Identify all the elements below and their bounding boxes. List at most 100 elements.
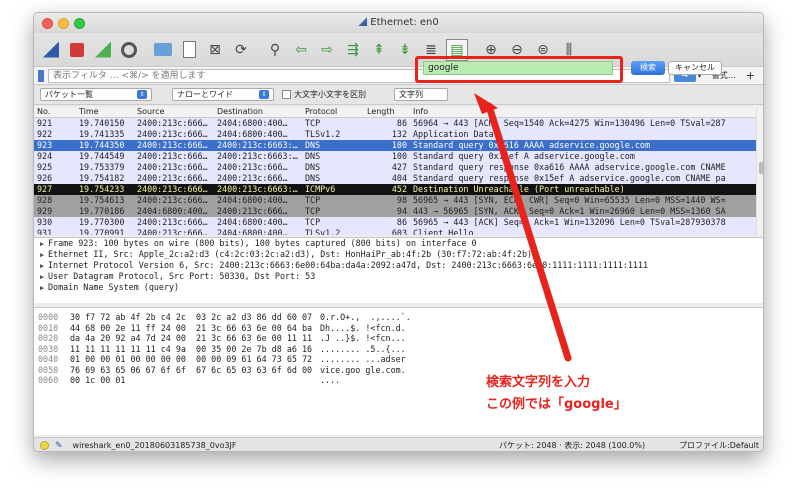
- expand-triangle-icon[interactable]: ▶: [40, 239, 48, 249]
- hex-bytes: 44 68 00 2e 11 ff 24 00 21 3c 66 63 6e 0…: [70, 322, 313, 333]
- detail-row[interactable]: ▶ User Datagram Protocol, Src Port: 50330…: [34, 271, 763, 282]
- column-header[interactable]: Protocol: [302, 107, 364, 117]
- search-input[interactable]: google: [423, 61, 613, 75]
- hex-bytes: 01 00 00 01 00 00 00 00 00 00 09 61 64 7…: [70, 354, 313, 364]
- find-packet-icon[interactable]: ⚲: [264, 39, 286, 61]
- table-cell-time: 19.770186: [79, 206, 125, 216]
- hex-ascii: ........ .5..{...: [320, 343, 406, 354]
- table-cell-dst: 2404:6800:400…: [217, 129, 288, 139]
- table-row[interactable]: 929 19.770186 2404:6800:400… 2400:213c:666……: [34, 206, 756, 217]
- shark-fin-start-icon[interactable]: [40, 39, 62, 61]
- detail-row[interactable]: ▶ Domain Name System (query): [34, 282, 763, 293]
- table-cell-len: 100: [391, 151, 407, 161]
- go-last-icon[interactable]: ⇟: [394, 39, 416, 61]
- hex-row[interactable]: 0010 44 68 00 2e 11 ff 24 00 21 3c 66 63 …: [34, 322, 763, 334]
- bookmark-icon[interactable]: [38, 69, 44, 82]
- close-file-icon[interactable]: ⊠: [204, 39, 226, 61]
- table-row[interactable]: 931 19.770991 2400:213c:666… 2404:6800:400……: [34, 228, 756, 235]
- hex-row[interactable]: 0000 30 f7 72 ab 4f 2b c4 2c 03 2c a2 d3 …: [34, 312, 763, 323]
- stop-capture-icon[interactable]: [66, 39, 88, 61]
- table-cell-dst: 2400:213c:666…: [217, 173, 288, 183]
- table-cell-proto: TCP: [305, 206, 321, 216]
- expand-triangle-icon[interactable]: ▶: [40, 272, 48, 282]
- hex-row[interactable]: 0060 00 1c 00 01....: [34, 375, 763, 386]
- char-width-select[interactable]: ナローとワイド ⇕: [172, 88, 274, 101]
- search-type-select[interactable]: 文字列: [394, 88, 448, 101]
- edit-comment-icon[interactable]: ✎: [55, 441, 63, 451]
- profile-label[interactable]: プロファイル:Default: [669, 440, 759, 451]
- table-row[interactable]: 927 19.754233 2400:213c:666… 2400:213c:6663…: [34, 184, 756, 195]
- table-row[interactable]: 925 19.753379 2400:213c:666… 2400:213c:666……: [34, 162, 756, 173]
- go-to-packet-icon[interactable]: ⇶: [342, 39, 364, 61]
- annotation-text: 検索文字列を入力 この例では「google」: [486, 372, 627, 416]
- table-row[interactable]: 921 19.740150 2400:213c:666… 2404:6800:400……: [34, 118, 756, 129]
- case-sensitive-checkbox[interactable]: 大文字小文字を区別: [282, 89, 366, 100]
- table-row[interactable]: 924 19.744549 2400:213c:666… 2400:213c:6663…: [34, 151, 756, 162]
- cancel-button[interactable]: キャンセル: [668, 61, 722, 75]
- table-cell-len: 100: [391, 140, 407, 150]
- search-button[interactable]: 検索: [631, 61, 665, 75]
- table-cell-dst: 2400:213c:6663:…: [217, 140, 298, 150]
- go-back-icon[interactable]: ⇦: [290, 39, 312, 61]
- detail-row[interactable]: ▶ Internet Protocol Version 6, Src: 2400:…: [34, 260, 763, 271]
- table-cell-info: 56964 → 443 [ACK] Seq=1540 Ack=4275 Win=…: [413, 118, 726, 128]
- table-cell-time: 19.744350: [79, 140, 125, 150]
- column-header[interactable]: Source: [134, 107, 214, 117]
- table-row[interactable]: 928 19.754613 2400:213c:666… 2404:6800:400……: [34, 195, 756, 206]
- column-header[interactable]: Info: [410, 107, 756, 117]
- chevron-updown-icon: ⇕: [259, 90, 269, 99]
- add-filter-button[interactable]: +: [746, 69, 755, 82]
- table-cell-dst: 2404:6800:400…: [217, 228, 288, 235]
- capture-options-icon[interactable]: [118, 39, 140, 61]
- go-forward-icon[interactable]: ⇨: [316, 39, 338, 61]
- column-header[interactable]: Destination: [214, 107, 302, 117]
- expand-triangle-icon[interactable]: ▶: [40, 250, 48, 260]
- table-cell-no: 925: [37, 162, 53, 172]
- column-header[interactable]: No.: [34, 107, 76, 117]
- table-cell-no: 922: [37, 129, 53, 139]
- expert-info-icon[interactable]: [40, 441, 49, 450]
- hex-row[interactable]: 0020 da 4a 20 92 a4 7d 24 00 21 3c 66 63 …: [34, 333, 763, 344]
- detail-row[interactable]: ▶ Ethernet II, Src: Apple_2c:a2:d3 (c4:2c…: [34, 249, 763, 260]
- expand-triangle-icon[interactable]: ▶: [40, 283, 48, 293]
- detail-row[interactable]: ▶ Frame 923: 100 bytes on wire (800 bits)…: [34, 238, 763, 249]
- packet-list: No. Time Source Destination Protocol Len…: [34, 107, 756, 235]
- hex-row[interactable]: 0050 76 69 63 65 06 67 6f 6f 67 6c 65 03 …: [34, 365, 763, 376]
- table-row[interactable]: 926 19.754182 2400:213c:666… 2400:213c:666……: [34, 173, 756, 184]
- search-in-select[interactable]: パケット一覧 ⇕: [40, 88, 152, 101]
- table-row[interactable]: 923 19.744350 2400:213c:666… 2400:213c:6663…: [34, 140, 756, 151]
- scrollbar-thumb[interactable]: [759, 162, 763, 174]
- table-cell-time: 19.754182: [79, 173, 125, 183]
- table-cell-info: Standard query response 0x15ef A adservi…: [413, 173, 726, 183]
- packet-bytes-pane: 0000 30 f7 72 ab 4f 2b c4 2c 03 2c a2 d3 …: [34, 307, 763, 435]
- hex-ascii: ....: [320, 375, 341, 385]
- table-cell-dst: 2400:213c:666…: [217, 162, 288, 172]
- save-file-icon[interactable]: [178, 39, 200, 61]
- hex-bytes: 11 11 11 11 11 11 c4 9a 00 35 00 2e 7b d…: [70, 343, 313, 354]
- expand-triangle-icon[interactable]: ▶: [40, 261, 48, 271]
- packet-details: ▶ Frame 923: 100 bytes on wire (800 bits)…: [34, 237, 763, 303]
- table-cell-dst: 2400:213c:6663:…: [217, 184, 298, 194]
- table-row[interactable]: 930 19.770300 2400:213c:666… 2404:6800:400……: [34, 217, 756, 228]
- column-header[interactable]: Time: [76, 107, 134, 117]
- hex-row[interactable]: 0030 11 11 11 11 11 11 c4 9a 00 35 00 2e …: [34, 343, 763, 355]
- reload-file-icon[interactable]: ⟳: [230, 39, 252, 61]
- annotation-line-1: 検索文字列を入力: [486, 375, 591, 390]
- table-cell-no: 930: [37, 217, 53, 227]
- checkbox-box[interactable]: [282, 90, 291, 99]
- restart-capture-icon[interactable]: [92, 39, 114, 61]
- hex-off: 0020: [38, 333, 59, 343]
- column-header[interactable]: Length: [364, 107, 410, 117]
- table-cell-info: Standard query response 0xa616 AAAA adse…: [413, 162, 726, 172]
- open-file-icon[interactable]: [152, 39, 174, 61]
- table-cell-dst: 2400:213c:666…: [217, 206, 288, 216]
- table-cell-src: 2400:213c:666…: [137, 195, 208, 205]
- hex-row[interactable]: 0040 01 00 00 01 00 00 00 00 00 00 09 61 …: [34, 354, 763, 365]
- packet-list-scrollbar[interactable]: [756, 107, 763, 235]
- go-first-icon[interactable]: ⇞: [368, 39, 390, 61]
- table-row[interactable]: 922 19.741335 2400:213c:666… 2404:6800:400……: [34, 129, 756, 140]
- table-cell-time: 19.770991: [79, 228, 125, 235]
- table-cell-proto: TCP: [305, 195, 321, 205]
- table-cell-no: 927: [37, 184, 53, 194]
- table-cell-info: Client Hello: [413, 228, 474, 235]
